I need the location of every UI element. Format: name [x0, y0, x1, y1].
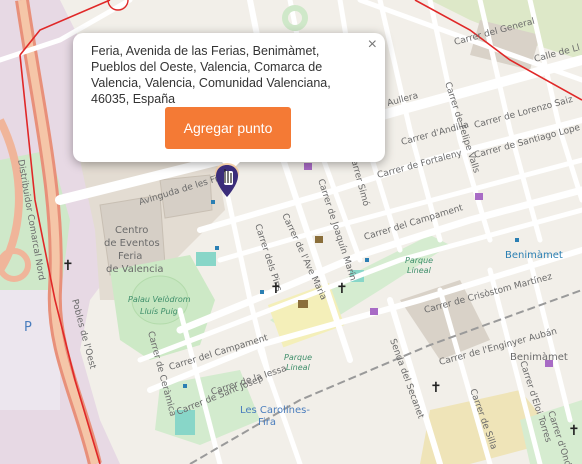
- pool-2: [196, 252, 216, 266]
- label-parque-lineal-2a: Parque: [284, 353, 312, 362]
- label-carolines-2: Fira: [258, 417, 276, 428]
- svg-text:✝: ✝: [62, 258, 74, 274]
- location-marker-icon[interactable]: [212, 161, 242, 207]
- label-centro-eventos-1: Centro: [115, 225, 148, 236]
- theatre-icon: [298, 300, 308, 308]
- label-velodrom-2: Lluís Puig: [140, 307, 178, 316]
- label-centro-eventos-4: de Valencia: [106, 264, 164, 275]
- label-parque-lineal-2b: Lineal: [286, 363, 311, 372]
- svg-text:✝: ✝: [270, 281, 282, 297]
- add-point-button[interactable]: Agregar punto: [165, 107, 291, 149]
- parking-icon: P: [24, 320, 32, 335]
- label-parque-lineal-1a: Parque: [405, 256, 433, 265]
- library-icon: [315, 236, 323, 243]
- label-centro-eventos-3: Feria: [118, 251, 142, 262]
- label-benimamet-station: Benimàmet: [505, 249, 563, 261]
- svg-text:✝: ✝: [430, 380, 442, 396]
- label-centro-eventos-2: de Eventos: [104, 238, 160, 249]
- svg-text:✝: ✝: [568, 423, 580, 439]
- label-parque-lineal-1b: Lineal: [407, 266, 432, 275]
- label-velodrom-1: Palau Velòdrom: [128, 294, 191, 304]
- address-popup: Feria, Avenida de las Ferias, Benimàmet,…: [73, 33, 385, 162]
- popup-address: Feria, Avenida de las Ferias, Benimàmet,…: [91, 44, 331, 106]
- close-icon[interactable]: ×: [368, 37, 377, 53]
- label-carolines-1: Les Carolines-: [240, 405, 310, 416]
- svg-text:✝: ✝: [336, 281, 348, 297]
- label-benimamet-area: Benimàmet: [510, 351, 568, 363]
